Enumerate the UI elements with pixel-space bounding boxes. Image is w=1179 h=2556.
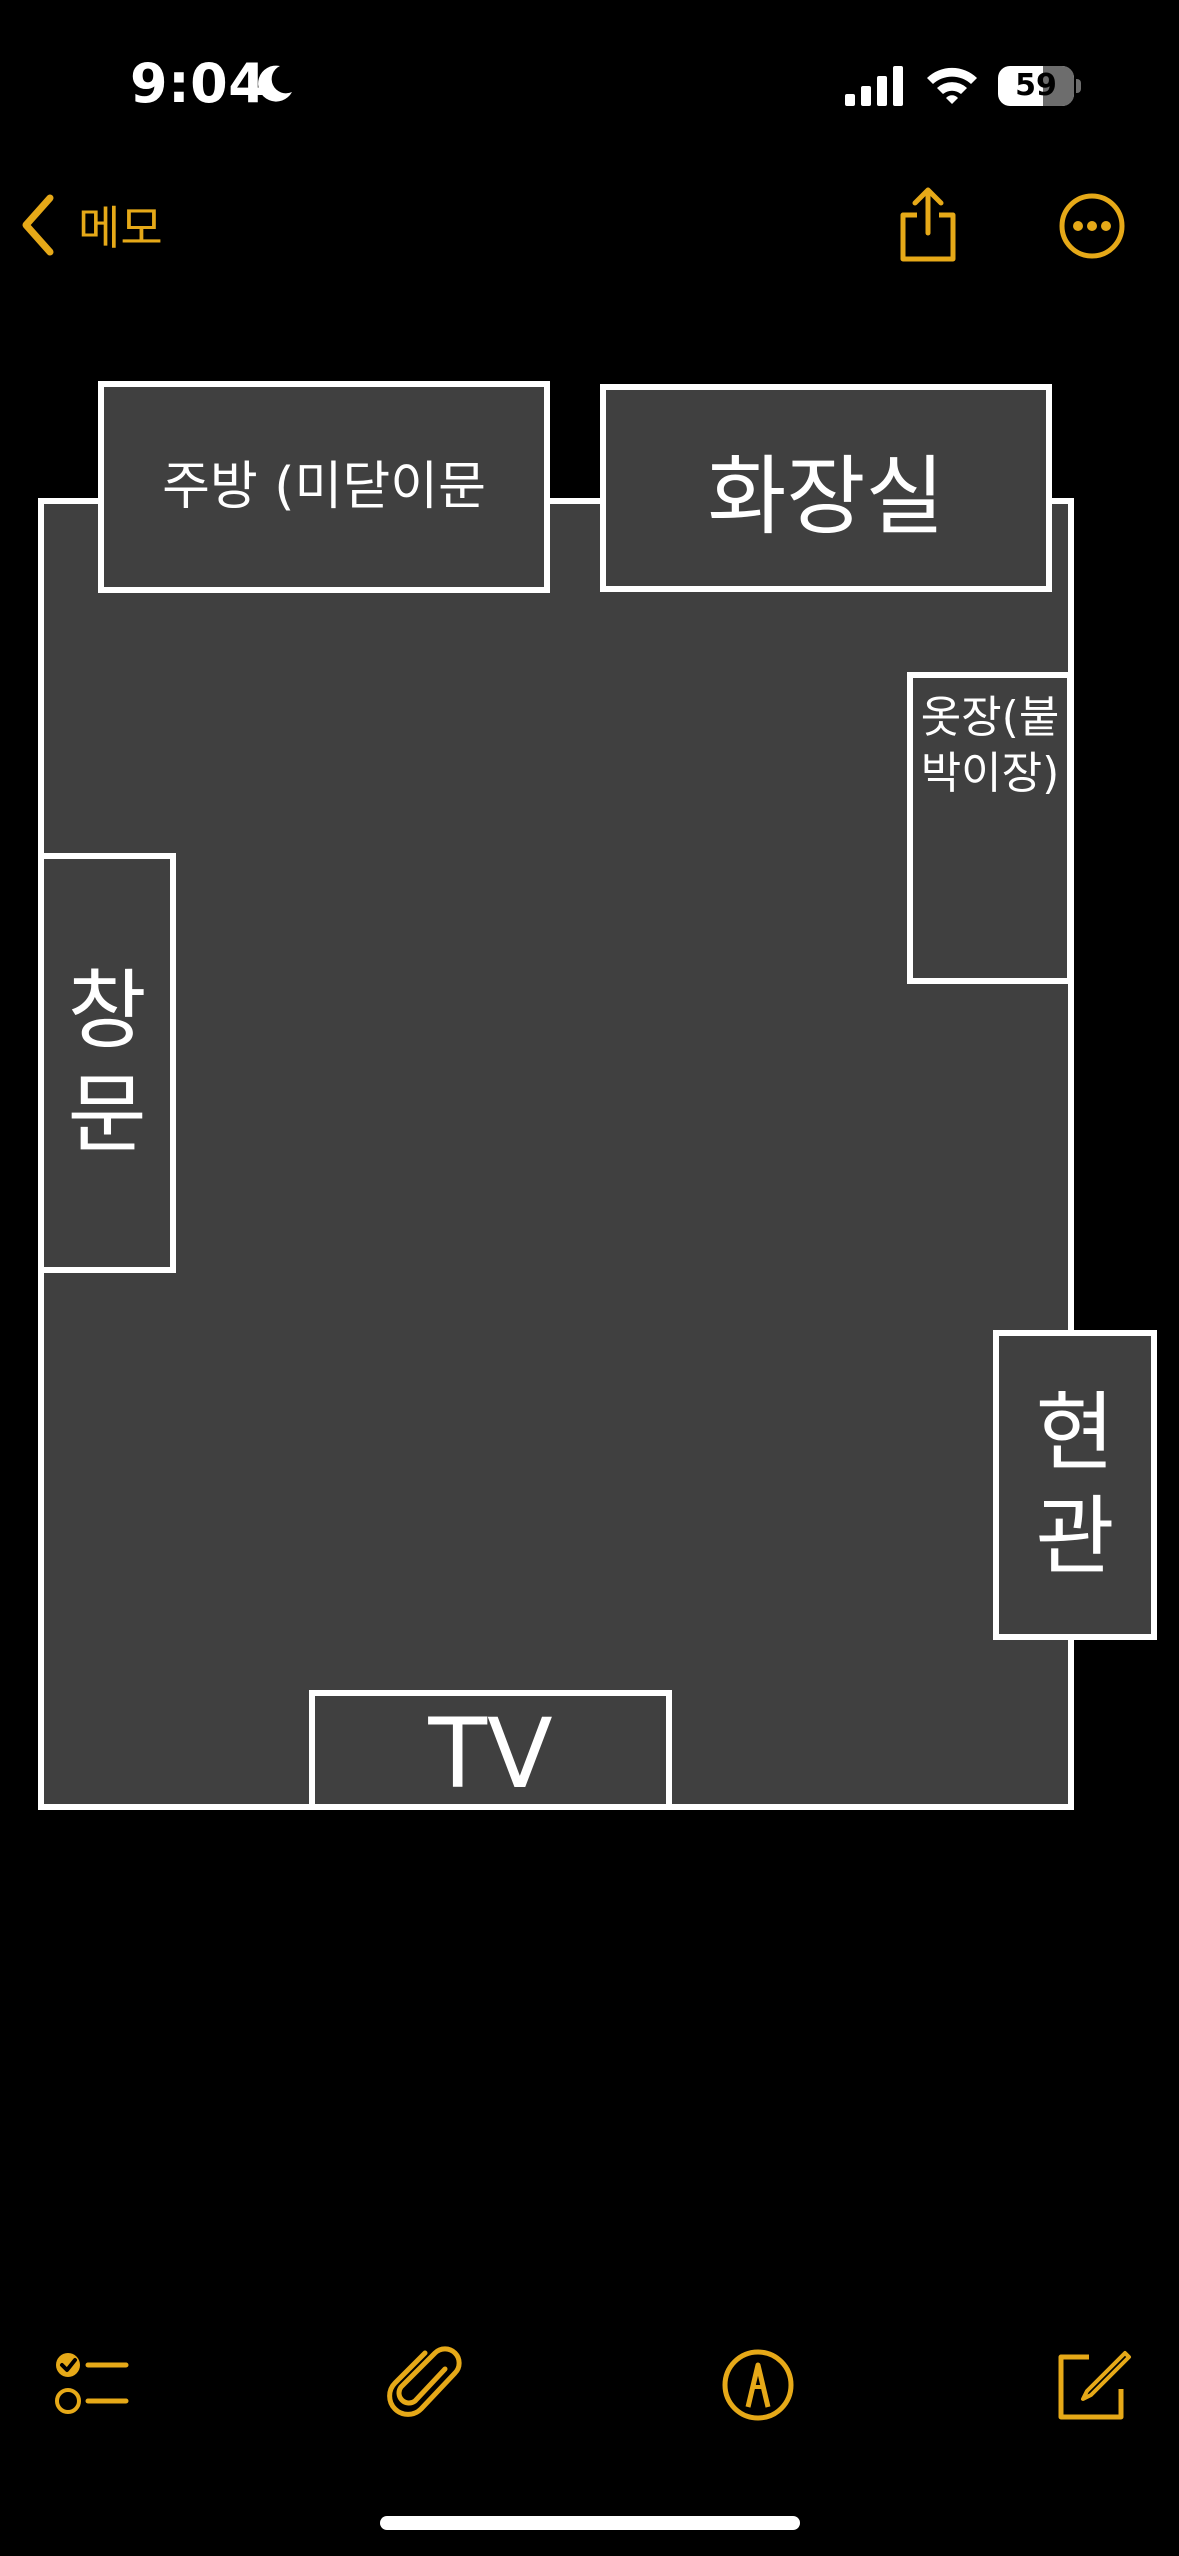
wifi-icon: [927, 67, 977, 104]
status-time: 9:04: [130, 52, 267, 115]
entrance-label: 현관: [1035, 1383, 1115, 1587]
home-indicator[interactable]: [380, 2516, 800, 2530]
paperclip-icon[interactable]: [385, 2345, 465, 2425]
back-button[interactable]: 메모: [20, 190, 163, 260]
bathroom-label-box: 화장실: [600, 384, 1052, 592]
chevron-left-icon: [22, 194, 54, 256]
back-label: 메모: [78, 201, 163, 255]
closet-label: 옷장(붙박이장): [920, 692, 1060, 799]
bathroom-label: 화장실: [707, 446, 945, 547]
battery-indicator: 59: [998, 66, 1082, 106]
more-options-icon[interactable]: [1058, 192, 1126, 260]
markup-pen-icon[interactable]: [718, 2345, 798, 2425]
moon-icon: [258, 65, 292, 102]
checklist-icon[interactable]: [50, 2345, 130, 2425]
tv-label: TV: [428, 1698, 553, 1810]
kitchen-label: 주방 (미닫이문: [162, 457, 486, 517]
tv-label-box: TV: [309, 1690, 672, 1810]
share-icon[interactable]: [893, 185, 963, 265]
window-label-box: 창문: [38, 853, 176, 1273]
battery-percent: 59: [1015, 68, 1057, 103]
kitchen-label-box: 주방 (미닫이문: [98, 381, 550, 593]
compose-icon[interactable]: [1053, 2345, 1133, 2425]
window-label: 창문: [67, 961, 147, 1165]
entrance-label-box: 현관: [993, 1330, 1157, 1640]
closet-label-box: 옷장(붙박이장): [907, 672, 1073, 984]
cellular-signal-icon: [845, 66, 903, 106]
